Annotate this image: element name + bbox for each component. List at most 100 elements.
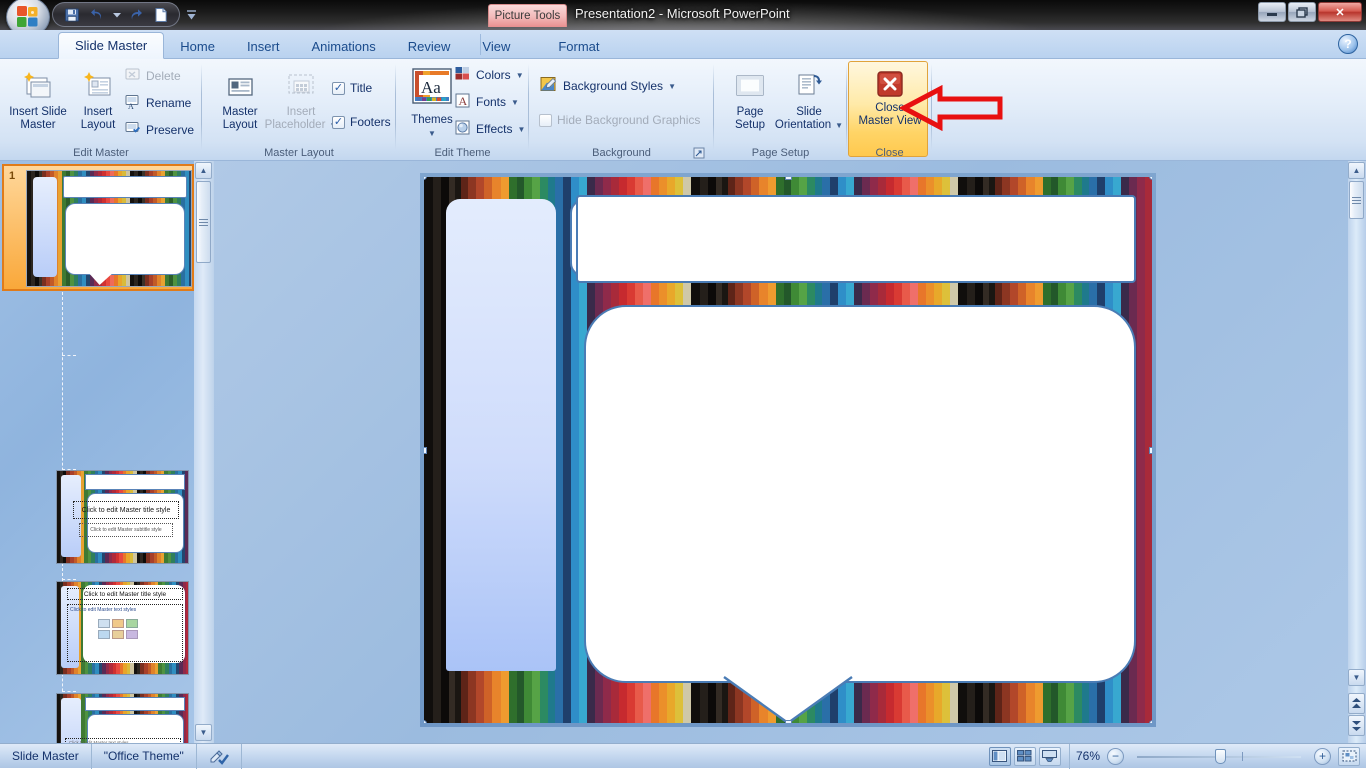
delete-label: Delete: [146, 69, 181, 83]
previous-slide-icon[interactable]: [1348, 693, 1365, 714]
scroll-up-arrow-icon[interactable]: ▲: [195, 162, 212, 179]
title-placeholder[interactable]: [576, 195, 1136, 283]
slide-scroll-up-icon[interactable]: ▲: [1348, 162, 1365, 179]
thumbnail-section-header-layout[interactable]: Click to edit Master text styles CLICK T…: [56, 693, 189, 743]
zoom-in-button[interactable]: +: [1314, 747, 1331, 765]
zoom-out-button[interactable]: −: [1107, 747, 1124, 765]
insert-slide-master-icon: [21, 69, 55, 103]
help-icon[interactable]: ?: [1338, 34, 1358, 54]
group-label-edit-theme: Edit Theme: [434, 147, 491, 159]
scrollbar-grip-icon: [199, 217, 208, 228]
slide-show-icon[interactable]: [1038, 746, 1061, 766]
title-checkbox[interactable]: ✓ Title: [332, 77, 372, 99]
slide-scrollbar-thumb[interactable]: [1349, 181, 1364, 219]
fit-to-window-icon[interactable]: [1338, 746, 1360, 766]
zoom-level-label: 76%: [1075, 749, 1100, 763]
hide-background-graphics-label: Hide Background Graphics: [557, 113, 701, 127]
background-styles-button[interactable]: Background Styles ▼: [539, 75, 676, 97]
resize-handle-n[interactable]: [785, 177, 792, 180]
scroll-down-arrow-icon[interactable]: ▼: [195, 724, 212, 741]
slide-thumbnail-panel[interactable]: 1 Click to edit Master title style Click…: [0, 161, 214, 743]
tab-animations[interactable]: Animations: [295, 34, 391, 59]
slide-orientation-button[interactable]: Slide Orientation ▼: [772, 65, 846, 132]
insert-placeholder-label-2: Placeholder: [264, 119, 326, 131]
slide-canvas[interactable]: [424, 177, 1152, 723]
save-icon[interactable]: [61, 5, 83, 25]
effects-label: Effects: [476, 122, 513, 136]
tab-slide-master[interactable]: Slide Master: [58, 32, 165, 59]
left-blue-panel[interactable]: [446, 199, 556, 671]
spell-check-icon[interactable]: [197, 743, 242, 769]
zoom-slider-tick: [1242, 752, 1243, 761]
insert-layout-button[interactable]: Insert Layout: [66, 65, 130, 132]
close-window-button[interactable]: ✕: [1318, 2, 1362, 22]
slide-canvas-frame: [420, 173, 1156, 727]
insert-slide-master-button[interactable]: Insert Slide Master: [6, 65, 70, 132]
tab-home[interactable]: Home: [164, 34, 231, 59]
effects-icon: [454, 119, 471, 139]
group-background: Background Styles ▼ Hide Background Grap…: [529, 59, 714, 161]
thumbnail-number: 1: [9, 170, 16, 182]
tab-format[interactable]: Format: [542, 34, 615, 59]
minimize-button[interactable]: [1258, 2, 1286, 22]
tab-insert[interactable]: Insert: [231, 34, 296, 59]
resize-handle-s[interactable]: [785, 720, 792, 723]
thumbnail-slide-master[interactable]: 1: [2, 164, 194, 291]
zoom-slider-knob[interactable]: [1215, 749, 1226, 764]
resize-handle-w[interactable]: [424, 447, 427, 454]
group-label-master-layout: Master Layout: [264, 147, 334, 159]
thumbnail-panel-scrollbar[interactable]: ▲ ▼: [194, 161, 214, 743]
theme-effects-button[interactable]: Effects ▼: [454, 118, 525, 140]
theme-colors-button[interactable]: Colors ▼: [454, 64, 524, 86]
body-placeholder-tail-outline: [723, 676, 853, 723]
rename-master-button[interactable]: A Rename: [124, 92, 191, 114]
theme-fonts-button[interactable]: A Fonts ▼: [454, 91, 519, 113]
page-setup-icon: [733, 69, 767, 103]
slide-orientation-dropdown-icon[interactable]: ▼: [835, 119, 843, 132]
slide-scroll-down-icon[interactable]: ▼: [1348, 669, 1365, 686]
view-buttons: [981, 743, 1070, 769]
preserve-master-button[interactable]: Preserve: [124, 119, 194, 141]
themes-dropdown-icon[interactable]: ▼: [428, 127, 436, 140]
insert-layout-label-2: Layout: [80, 119, 116, 131]
body-placeholder[interactable]: [584, 305, 1136, 683]
normal-view-icon[interactable]: [988, 746, 1011, 766]
new-file-icon[interactable]: [150, 5, 172, 25]
resize-handle-e[interactable]: [1149, 447, 1152, 454]
contextual-tab-label: Picture Tools: [488, 4, 567, 27]
background-dialog-launcher[interactable]: [692, 146, 706, 160]
thumbnail-title-text: Click to edit Master title style: [67, 588, 183, 600]
footers-checkbox-box: ✓: [332, 115, 345, 129]
slide-orientation-label-2: Orientation: [774, 119, 832, 131]
restore-button[interactable]: [1288, 2, 1316, 22]
next-slide-icon[interactable]: [1348, 715, 1365, 736]
redo-icon[interactable]: [125, 5, 147, 25]
zoom-slider[interactable]: [1131, 747, 1307, 765]
tab-view[interactable]: View: [466, 34, 526, 59]
qat-customize-icon[interactable]: [186, 6, 197, 26]
scrollbar-thumb[interactable]: [196, 181, 211, 263]
layout-connector-branch: [62, 355, 76, 356]
resize-handle-se[interactable]: [1149, 720, 1152, 723]
insert-layout-label-1: Insert: [83, 106, 113, 118]
layout-connector-branch: [62, 579, 76, 580]
preserve-label: Preserve: [146, 123, 195, 137]
slide-edit-area[interactable]: ▲ ▼: [214, 161, 1366, 743]
undo-dropdown-icon[interactable]: [111, 5, 122, 25]
window-title: Presentation2 - Microsoft PowerPoint: [575, 6, 790, 21]
svg-text:A: A: [459, 94, 468, 108]
scrollbar-grip-icon: [1352, 195, 1361, 206]
group-label-background: Background: [592, 147, 651, 159]
slide-area-scrollbar[interactable]: ▲ ▼: [1348, 161, 1366, 743]
group-label-close: Close: [875, 147, 904, 159]
footers-checkbox[interactable]: ✓ Footers: [332, 111, 391, 133]
tab-review[interactable]: Review: [392, 34, 467, 59]
thumbnail-title-content-layout[interactable]: Click to edit Master title style Click t…: [56, 581, 189, 675]
themes-button[interactable]: Aa Themes ▼: [404, 63, 460, 140]
slide-orientation-icon: [792, 69, 826, 103]
undo-icon[interactable]: [86, 5, 108, 25]
slide-sorter-icon[interactable]: [1013, 746, 1036, 766]
thumbnail-title-slide-layout[interactable]: Click to edit Master title style Click t…: [56, 470, 189, 564]
group-edit-master: Insert Slide Master Insert Layout Delete…: [0, 59, 202, 161]
title-bar: Picture Tools Presentation2 - Microsoft …: [0, 0, 1366, 37]
